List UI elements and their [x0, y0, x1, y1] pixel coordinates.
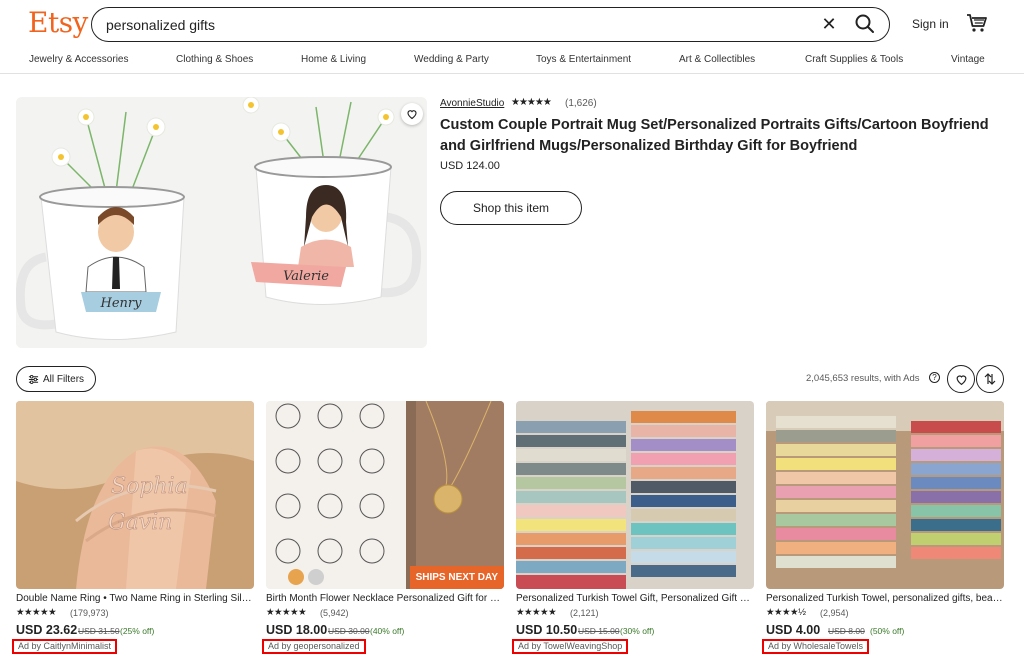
etsy-logo[interactable]: Etsy [28, 6, 88, 39]
search-input[interactable] [106, 15, 796, 35]
sale-price: USD 4.00 [766, 623, 821, 637]
hero-rating-stars: ★★★★★ [511, 97, 552, 108]
cart-icon[interactable] [966, 13, 988, 33]
listing-title[interactable]: Personalized Turkish Towel Gift, Persona… [516, 593, 754, 604]
hero-review-count: (1,626) [565, 98, 597, 109]
discount: (40% off) [370, 626, 405, 636]
listing-image[interactable] [516, 401, 754, 589]
all-filters-label: All Filters [42, 373, 85, 385]
ad-label[interactable]: Ad by geopersonalized [262, 639, 366, 654]
sale-price: USD 10.50 [516, 623, 578, 637]
listing-title[interactable]: Personalized Turkish Towel, personalized… [766, 593, 1004, 604]
original-price: USD 30.00 [328, 626, 370, 636]
listing-card[interactable]: Personalized Turkish Towel, personalized… [762, 401, 1004, 659]
rating-stars: ★★★★½ [766, 607, 806, 618]
heart-icon [407, 110, 417, 120]
category-wedding[interactable]: Wedding & Party [414, 54, 489, 65]
listing-image[interactable] [766, 401, 1004, 589]
rating-stars: ★★★★★ [266, 607, 307, 618]
listing-image[interactable]: Sophia Gavin [16, 401, 254, 589]
sort-icon [984, 373, 996, 385]
sale-price: USD 18.00 [266, 623, 328, 637]
listing-card[interactable]: Personalized Turkish Towel Gift, Persona… [512, 401, 754, 659]
search-icon[interactable] [854, 13, 876, 35]
mug-name-henry: Henry [100, 296, 143, 311]
review-count: (2,954) [820, 608, 849, 618]
original-price: USD 8.00 [828, 626, 865, 636]
hero-product-image[interactable]: Henry Valerie [16, 97, 427, 348]
sort-button[interactable] [976, 365, 1004, 393]
results-count: 2,045,653 results, with Ads [806, 373, 920, 384]
category-craft[interactable]: Craft Supplies & Tools [805, 54, 903, 65]
ships-next-day-badge: SHIPS NEXT DAY [409, 566, 504, 589]
review-count: (2,121) [570, 608, 599, 618]
review-count: (179,973) [70, 608, 109, 618]
hero-shop-link[interactable]: AvonnieStudio [440, 98, 504, 109]
category-art[interactable]: Art & Collectibles [679, 54, 755, 65]
sale-price: USD 23.62 [16, 623, 78, 637]
ring-name-gavin: Gavin [108, 510, 172, 535]
rating-stars: ★★★★★ [16, 607, 57, 618]
category-home[interactable]: Home & Living [301, 54, 366, 65]
discount: (25% off) [120, 626, 155, 636]
category-clothing[interactable]: Clothing & Shoes [176, 54, 253, 65]
review-count: (5,942) [320, 608, 349, 618]
hero-price: USD 124.00 [440, 160, 500, 172]
shop-this-item-button[interactable]: Shop this item [440, 191, 582, 225]
heart-icon [956, 374, 966, 385]
ad-label[interactable]: Ad by TowelWeavingShop [512, 639, 629, 654]
listing-image[interactable]: SHIPS NEXT DAY [266, 401, 504, 589]
filter-icon [28, 374, 39, 384]
listing-title[interactable]: Birth Month Flower Necklace Personalized… [266, 593, 504, 604]
close-icon[interactable]: ✕ [819, 14, 839, 34]
hero-product-title[interactable]: Custom Couple Portrait Mug Set/Personali… [440, 115, 1010, 157]
listing-card[interactable]: Sophia Gavin Double Name Ring • Two Name… [12, 401, 254, 659]
listing-title[interactable]: Double Name Ring • Two Name Ring in Ster… [16, 593, 254, 604]
original-price: USD 15.00 [578, 626, 620, 636]
mug-name-valerie: Valerie [283, 269, 329, 284]
search-bar: ✕ [91, 7, 890, 42]
sign-in-link[interactable]: Sign in [912, 17, 949, 31]
favorite-button[interactable] [401, 103, 423, 125]
category-jewelry[interactable]: Jewelry & Accessories [29, 54, 128, 65]
discount: (50% off) [870, 626, 905, 636]
rating-stars: ★★★★★ [516, 607, 557, 618]
ad-label[interactable]: Ad by WholesaleTowels [762, 639, 870, 654]
site-header: Etsy ✕ Sign in [0, 0, 1024, 48]
category-toys[interactable]: Toys & Entertainment [536, 54, 631, 65]
discount: (30% off) [620, 626, 655, 636]
ad-label[interactable]: Ad by CaitlynMinimalist [12, 639, 118, 654]
original-price: USD 31.50 [78, 626, 120, 636]
ring-name-sophia: Sophia [111, 474, 188, 499]
listing-card[interactable]: SHIPS NEXT DAY Birth Month Flower Neckla… [262, 401, 504, 659]
info-icon[interactable]: ? [929, 372, 940, 383]
save-search-button[interactable] [947, 365, 975, 393]
category-nav: Jewelry & Accessories Clothing & Shoes H… [0, 50, 1024, 74]
all-filters-button[interactable]: All Filters [16, 366, 96, 392]
category-vintage[interactable]: Vintage [951, 54, 985, 65]
